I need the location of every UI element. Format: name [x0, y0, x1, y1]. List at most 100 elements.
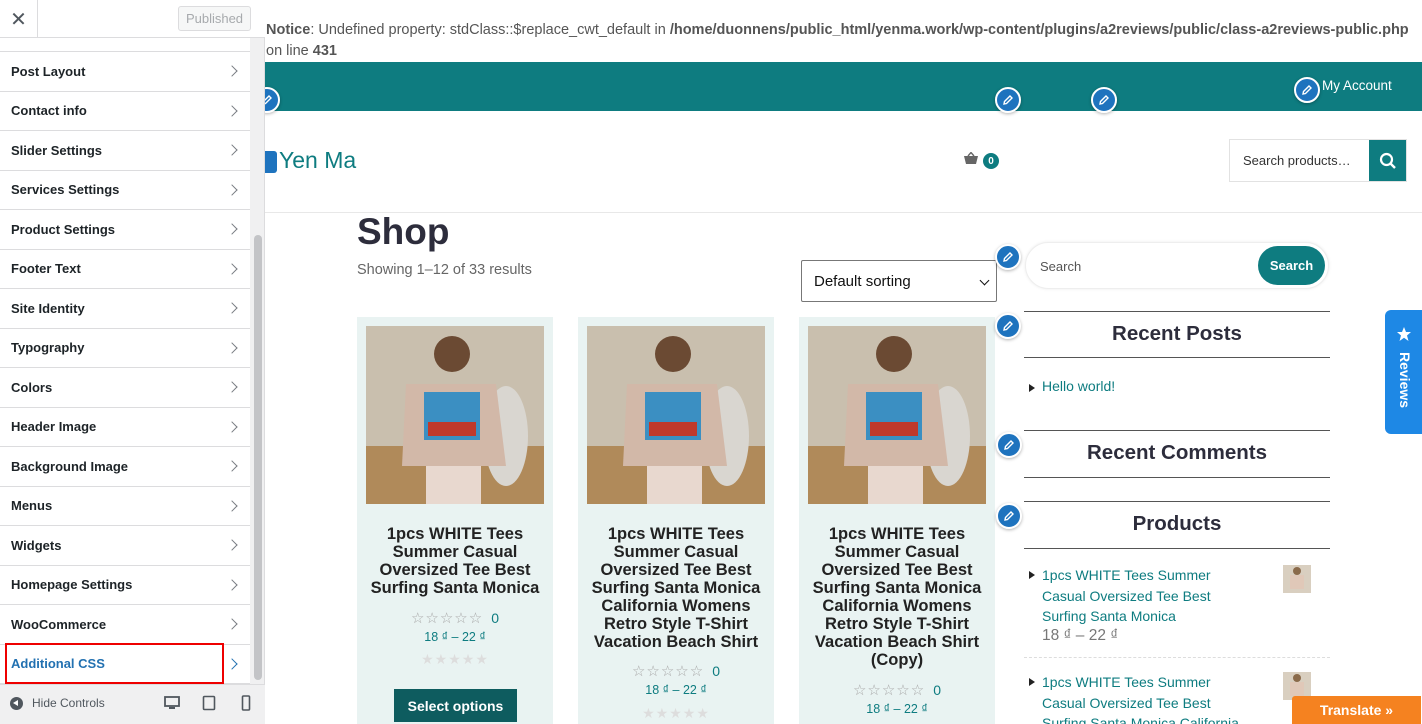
- sidebar-item-footer-text[interactable]: Footer Text: [0, 249, 250, 289]
- collapse-icon: [10, 696, 23, 710]
- close-icon[interactable]: ✕: [0, 0, 38, 38]
- header-search-input[interactable]: [1230, 140, 1367, 181]
- reviews-tab[interactable]: Reviews: [1385, 310, 1422, 434]
- sidebar-item-background-image[interactable]: Background Image: [0, 447, 250, 487]
- product-card[interactable]: 1pcs WHITE Tees Summer Casual Oversized …: [578, 317, 774, 724]
- edit-shortcut-pencil-icon[interactable]: [265, 151, 277, 173]
- edit-shortcut-pencil-icon[interactable]: [1294, 77, 1320, 103]
- sidebar-item-label: Colors: [11, 379, 53, 395]
- sidebar-scrollbar[interactable]: [254, 235, 262, 680]
- chevron-right-icon: [226, 460, 238, 472]
- divider: [1024, 357, 1330, 358]
- my-account-link[interactable]: My Account: [1322, 78, 1392, 93]
- sidebar-item-homepage-settings[interactable]: Homepage Settings: [0, 565, 250, 605]
- sidebar-item-post-layout[interactable]: Post Layout: [0, 52, 250, 92]
- product-card[interactable]: 1pcs WHITE Tees Summer Casual Oversized …: [357, 317, 553, 724]
- sidebar-item-label: Homepage Settings: [11, 577, 133, 593]
- sidebar-item-typography[interactable]: Typography: [0, 328, 250, 368]
- edit-shortcut-pencil-icon[interactable]: [995, 313, 1021, 339]
- product-image[interactable]: [587, 326, 765, 504]
- desktop-icon[interactable]: [164, 695, 180, 714]
- product-link[interactable]: 1pcs WHITE Tees Summer Casual Oversized …: [1042, 672, 1252, 724]
- sorting-select[interactable]: Default sorting: [801, 260, 997, 302]
- star-rating-icon: ☆☆☆☆☆: [631, 663, 705, 680]
- sidebar-item-header-image[interactable]: Header Image: [0, 407, 250, 447]
- mobile-icon[interactable]: [240, 695, 252, 714]
- edit-shortcut-pencil-icon[interactable]: [996, 432, 1022, 458]
- star-icon: [1396, 326, 1412, 347]
- widget-search-button[interactable]: Search: [1258, 246, 1325, 285]
- edit-shortcut-pencil-icon[interactable]: [995, 244, 1021, 270]
- sidebar-item-label: Header Image: [11, 419, 97, 435]
- header-search: [1229, 139, 1407, 182]
- select-options-button[interactable]: Select options: [394, 689, 517, 722]
- sidebar-item-label: Additional CSS: [11, 656, 105, 672]
- chevron-right-icon: [226, 539, 238, 551]
- sidebar-item-woocommerce[interactable]: WooCommerce: [0, 605, 250, 645]
- sidebar-item-colors[interactable]: Colors: [0, 368, 250, 408]
- bullet-icon: [1029, 571, 1035, 579]
- sidebar-item-slider-settings[interactable]: Slider Settings: [0, 131, 250, 171]
- chevron-right-icon: [226, 144, 238, 156]
- product-title[interactable]: 1pcs WHITE Tees Summer Casual Oversized …: [811, 525, 983, 669]
- sidebar-item-label: Background Image: [11, 458, 129, 474]
- sidebar-item-label: Menus: [11, 498, 53, 514]
- rating-count: 0: [491, 610, 500, 626]
- chevron-right-icon: [226, 579, 238, 591]
- tablet-icon[interactable]: [201, 695, 217, 714]
- sidebar-item-label: Footer Text: [11, 261, 81, 277]
- sidebar-item-contact-info[interactable]: Contact info: [0, 91, 250, 131]
- hide-controls-button[interactable]: Hide Controls: [10, 696, 105, 710]
- site-title[interactable]: Yen Ma: [279, 147, 356, 174]
- chevron-right-icon: [226, 105, 238, 117]
- rating-count: 0: [933, 682, 942, 698]
- bullet-icon: [1029, 384, 1035, 392]
- product-price: 18 ₫ – 22 ₫: [1042, 627, 1119, 644]
- hide-controls-label: Hide Controls: [32, 696, 105, 710]
- published-button[interactable]: Published: [178, 6, 251, 31]
- edit-shortcut-pencil-icon[interactable]: [996, 503, 1022, 529]
- sidebar-item-menus[interactable]: Menus: [0, 486, 250, 526]
- widget-title: Products: [1132, 512, 1222, 535]
- php-notice: Notice: Undefined property: stdClass::$r…: [266, 20, 1416, 62]
- product-rating: ☆☆☆☆☆ 0: [578, 662, 774, 680]
- edit-shortcut-pencil-icon[interactable]: [1091, 87, 1117, 113]
- product-title[interactable]: 1pcs WHITE Tees Summer Casual Oversized …: [369, 525, 541, 597]
- widget-search-input[interactable]: [1040, 256, 1240, 276]
- product-image[interactable]: [366, 326, 544, 504]
- sidebar-item-label: Widgets: [11, 537, 62, 553]
- product-price: 18 ₫ – 22 ₫: [424, 630, 486, 644]
- page-title: Shop: [357, 211, 450, 252]
- sidebar-item-site-identity[interactable]: Site Identity: [0, 289, 250, 329]
- result-count: Showing 1–12 of 33 results: [357, 262, 532, 278]
- sidebar-item-partial[interactable]: [0, 38, 250, 52]
- edit-shortcut-pencil-icon[interactable]: [995, 87, 1021, 113]
- product-link[interactable]: 1pcs WHITE Tees Summer Casual Oversized …: [1042, 565, 1252, 627]
- sidebar-item-label: Post Layout: [11, 63, 86, 79]
- post-link[interactable]: Hello world!: [1042, 378, 1115, 394]
- sidebar-item-services-settings[interactable]: Services Settings: [0, 170, 250, 210]
- divider: [1024, 430, 1330, 431]
- sidebar-item-product-settings[interactable]: Product Settings: [0, 210, 250, 250]
- sidebar-item-widgets[interactable]: Widgets: [0, 526, 250, 566]
- product-title[interactable]: 1pcs WHITE Tees Summer Casual Oversized …: [590, 525, 762, 651]
- product-price: 18 ₫ – 22 ₫: [866, 702, 928, 716]
- sidebar-item-additional-css[interactable]: Additional CSS: [0, 644, 250, 684]
- product-card[interactable]: 1pcs WHITE Tees Summer Casual Oversized …: [799, 317, 995, 724]
- product-image[interactable]: [808, 326, 986, 504]
- star-rating-icon: ☆☆☆☆☆: [410, 610, 484, 627]
- sidebar-item-label: WooCommerce: [11, 616, 107, 632]
- cart-link[interactable]: 0: [963, 151, 999, 170]
- chevron-right-icon: [226, 618, 238, 630]
- product-thumbnail[interactable]: [1283, 565, 1311, 593]
- customizer-footer: Hide Controls: [0, 684, 265, 724]
- chevron-right-icon: [226, 65, 238, 77]
- notice-text: on line: [266, 43, 313, 59]
- translate-button[interactable]: Translate »: [1292, 696, 1421, 724]
- chevron-right-icon: [226, 500, 238, 512]
- notice-path: /home/duonnens/public_html/yenma.work/wp…: [669, 22, 1409, 38]
- header-search-button[interactable]: [1369, 140, 1406, 181]
- basket-icon: [963, 151, 979, 170]
- sidebar-item-label: Typography: [11, 340, 85, 356]
- list-item[interactable]: Hello world!: [1029, 378, 1115, 394]
